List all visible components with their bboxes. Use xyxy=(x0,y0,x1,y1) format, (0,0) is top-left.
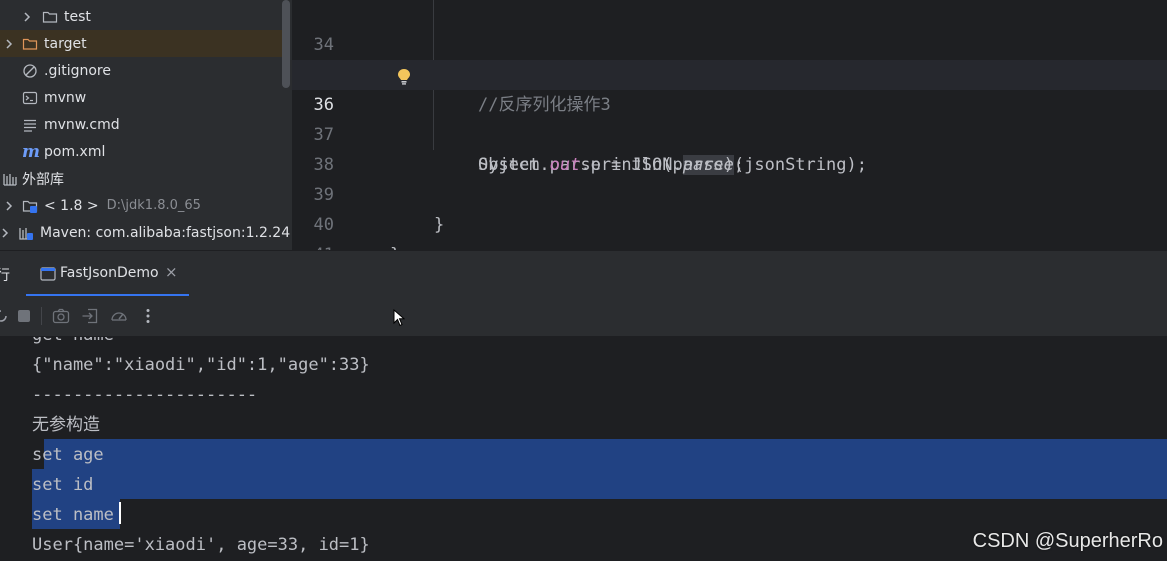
tool-window-title: 行 xyxy=(0,268,10,284)
run-config-icon xyxy=(40,266,56,281)
tree-item-pom-xml[interactable]: m pom.xml xyxy=(0,138,284,165)
terminal-file-icon xyxy=(22,90,38,106)
console-output[interactable]: get name {"name":"xiaodi","id":1,"age":3… xyxy=(0,337,1167,561)
selection-highlight xyxy=(32,469,1167,499)
tree-item-label: pom.xml xyxy=(44,143,106,160)
tree-item-label: < 1.8 > xyxy=(44,197,99,214)
run-toolbar xyxy=(0,296,1167,337)
maven-m-icon: m xyxy=(22,141,40,162)
folder-icon xyxy=(42,9,58,25)
code-line[interactable]: 39 } xyxy=(292,150,1167,235)
tree-item-path: D:\jdk1.8.0_65 xyxy=(106,198,201,213)
line-number: 41 xyxy=(292,240,334,250)
import-icon[interactable] xyxy=(81,307,99,325)
tree-item-gitignore[interactable]: .gitignore xyxy=(0,57,284,84)
code-line[interactable]: 41 xyxy=(292,210,1167,250)
gitignore-icon xyxy=(22,63,38,79)
tree-scrollbar[interactable] xyxy=(282,0,290,88)
mouse-pointer-icon xyxy=(393,308,406,327)
tree-item-mvnw-cmd[interactable]: mvnw.cmd xyxy=(0,111,284,138)
watermark: CSDN @SuperherRo xyxy=(972,530,1163,552)
chevron-right-icon[interactable] xyxy=(0,227,10,238)
code-line[interactable]: 37 System.out.println(parse); xyxy=(292,90,1167,175)
toolbar-separator xyxy=(41,307,42,325)
close-icon[interactable]: × xyxy=(165,263,178,281)
maven-library-icon xyxy=(18,225,34,241)
tree-item-label: .gitignore xyxy=(44,62,111,79)
code-line[interactable]: 38 xyxy=(292,120,1167,175)
tree-item-external-libraries[interactable]: 外部库 xyxy=(0,165,284,192)
tree-item-label: 外部库 xyxy=(22,171,64,188)
code-editor[interactable]: 34 35 //反序列化操作3 36 Object parse = JSON.p… xyxy=(292,0,1167,250)
console-line-selected: set id xyxy=(32,475,94,495)
tree-item-label: Maven: com.alibaba:fastjson:1.2.24 xyxy=(40,224,291,241)
rerun-icon[interactable] xyxy=(0,307,10,325)
project-tree: test target .gitignore mvnw mvnw.cmd m p… xyxy=(0,0,292,250)
code-line[interactable]: 34 xyxy=(292,0,1167,55)
stop-icon[interactable] xyxy=(15,307,33,325)
console-line: {"name":"xiaodi","id":1,"age":33} xyxy=(32,355,370,375)
console-line-selected: set name xyxy=(32,505,114,525)
console-line: User{name='xiaodi', age=33, id=1} xyxy=(32,535,370,555)
run-tool-window-header: 行 FastJsonDemo × xyxy=(0,250,1167,297)
speedometer-icon[interactable] xyxy=(110,307,128,325)
console-line: get name xyxy=(32,337,114,350)
chevron-right-icon[interactable] xyxy=(22,11,32,22)
tree-item-maven-fastjson[interactable]: Maven: com.alibaba:fastjson:1.2.24 xyxy=(0,219,290,246)
selection-highlight xyxy=(44,439,1167,469)
tree-item-mvnw[interactable]: mvnw xyxy=(0,84,284,111)
code-line[interactable]: 35 //反序列化操作3 xyxy=(292,30,1167,115)
folder-icon xyxy=(22,36,38,52)
code-line[interactable]: 40 } xyxy=(292,180,1167,250)
code-text: } xyxy=(390,240,400,250)
text-file-icon xyxy=(22,117,38,133)
chevron-right-icon[interactable] xyxy=(4,38,14,49)
library-icon xyxy=(2,171,18,187)
console-line: 无参构造 xyxy=(32,415,100,435)
tree-item-label: test xyxy=(64,8,91,25)
tree-item-label: target xyxy=(44,35,87,52)
jdk-icon xyxy=(22,198,38,214)
tree-item-label: mvnw.cmd xyxy=(44,116,120,133)
tab-label: FastJsonDemo xyxy=(60,265,159,281)
chevron-right-icon[interactable] xyxy=(4,200,14,211)
tree-item-target[interactable]: target xyxy=(0,30,284,57)
tree-item-test[interactable]: test xyxy=(0,3,284,30)
lightbulb-icon[interactable] xyxy=(396,66,412,85)
tab-fastjsondemo[interactable]: FastJsonDemo × xyxy=(26,251,189,297)
text-caret xyxy=(119,502,121,524)
tree-item-label: mvnw xyxy=(44,89,87,106)
console-line: ---------------------- xyxy=(32,385,258,405)
code-line-current[interactable]: 36 Object parse = JSON.parse(jsonString)… xyxy=(292,60,1167,175)
tree-item-jdk[interactable]: < 1.8 > D:\jdk1.8.0_65 xyxy=(0,192,284,219)
console-line-selected: set age xyxy=(32,445,104,465)
more-vertical-icon[interactable] xyxy=(139,307,157,325)
camera-icon[interactable] xyxy=(52,307,70,325)
